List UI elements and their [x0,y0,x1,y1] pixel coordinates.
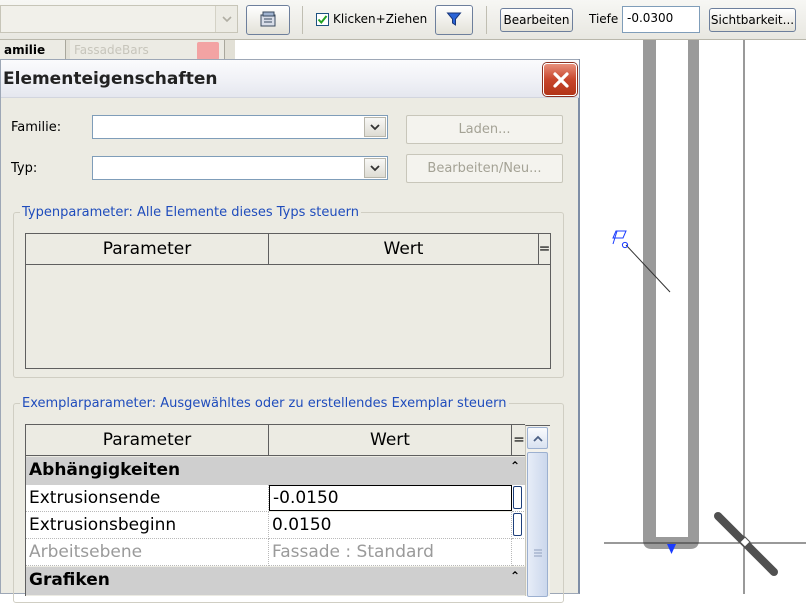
type-grid-header-formula[interactable]: = [539,234,550,265]
scroll-thumb[interactable] [527,452,548,597]
chevron-down-icon[interactable] [364,158,386,178]
type-grid-header-value[interactable]: Wert [269,234,539,265]
type-selector-combo[interactable] [0,5,238,33]
drawing-canvas[interactable] [580,40,806,594]
group-label: Abhängigkeiten [29,460,181,480]
edit-new-button[interactable]: Bearbeiten/Neu... [406,154,563,183]
parameter-name: Extrusionsende [26,485,269,512]
vertical-scrollbar[interactable] [525,425,550,597]
properties-icon [258,10,278,31]
instance-parameters-title: Exemplarparameter: Ausgewähltes oder zu … [20,396,509,411]
family-label: Familie: [11,120,62,135]
formula-cell[interactable] [512,512,525,539]
depth-label: Tiefe [589,12,619,26]
work-plane-icon [612,230,629,249]
drag-checkbox[interactable] [316,12,329,26]
formula-cell[interactable] [512,485,525,512]
instance-grid-header-parameter[interactable]: Parameter [26,425,269,456]
type-parameters-grid: Parameter Wert = [25,233,551,369]
formula-cell [512,539,525,566]
tab-label: FassadeBars [74,43,149,57]
type-grid-header-parameter[interactable]: Parameter [26,234,269,265]
chevron-up-icon[interactable]: ⌃ [510,569,520,583]
extrusion-profile [643,40,699,549]
dialog-title: Elementeigenschaften [3,69,218,89]
family-select[interactable] [92,115,388,139]
dialog-titlebar[interactable]: Elementeigenschaften [1,60,579,98]
associate-parameter-button[interactable] [513,486,522,509]
depth-input[interactable]: -0.0300 [622,6,700,33]
instance-grid-header-value[interactable]: Wert [269,425,512,456]
drag-checkbox-group[interactable]: Klicken+Ziehen [316,12,427,26]
drag-checkbox-label: Klicken+Ziehen [333,12,428,26]
type-label: Typ: [11,161,38,176]
table-row[interactable]: Arbeitsebene Fassade : Standard [26,539,525,566]
group-label: Grafiken [29,570,110,590]
element-properties-button[interactable] [246,5,290,35]
filter-icon [446,11,462,30]
group-row-graphics[interactable]: Grafiken ⌃ [26,567,525,595]
type-select[interactable] [92,156,388,180]
parameter-name: Arbeitsebene [26,539,269,566]
options-bar: Klicken+Ziehen Bearbeiten Tiefe -0.0300 … [0,0,806,40]
parameter-value[interactable]: 0.0150 [269,512,512,539]
chevron-up-icon[interactable]: ⌃ [510,459,520,473]
parameter-value-input[interactable]: -0.0150 [269,485,512,511]
toolbar-separator [486,6,487,34]
chevron-down-icon[interactable] [215,6,237,32]
chevron-up-icon [532,435,543,442]
type-parameters-title: Typenparameter: Alle Elemente dieses Typ… [20,205,361,220]
tab-family[interactable]: amilie [0,40,66,60]
parameter-name: Extrusionsbeginn [26,512,269,539]
load-button[interactable]: Laden... [406,115,563,144]
parameter-value: Fassade : Standard [269,539,512,566]
group-row-constraints[interactable]: Abhängigkeiten ⌃ [26,457,525,485]
table-row[interactable]: Extrusionsende -0.0150 [26,485,525,512]
close-icon [553,72,569,88]
scroll-up-button[interactable] [527,427,548,449]
close-button[interactable] [543,63,577,96]
instance-grid-header-formula[interactable]: = [512,425,525,456]
close-tab-icon[interactable] [197,42,219,60]
filter-button[interactable] [435,5,473,35]
view-tab-strip: amilie FassadeBars [0,40,235,60]
visibility-button[interactable]: Sichtbarkeit... [709,8,796,32]
edit-button[interactable]: Bearbeiten [500,8,573,32]
grip-icon [534,549,542,557]
table-row[interactable]: Extrusionsbeginn 0.0150 [26,512,525,539]
associate-parameter-button[interactable] [513,513,522,536]
chevron-down-icon[interactable] [364,117,386,137]
instance-parameters-grid: Parameter Wert = Abhängigkeiten ⌃ Extrus… [25,424,525,596]
element-properties-dialog: Elementeigenschaften Familie: Laden... T… [0,59,580,603]
toolbar-separator [302,6,303,34]
